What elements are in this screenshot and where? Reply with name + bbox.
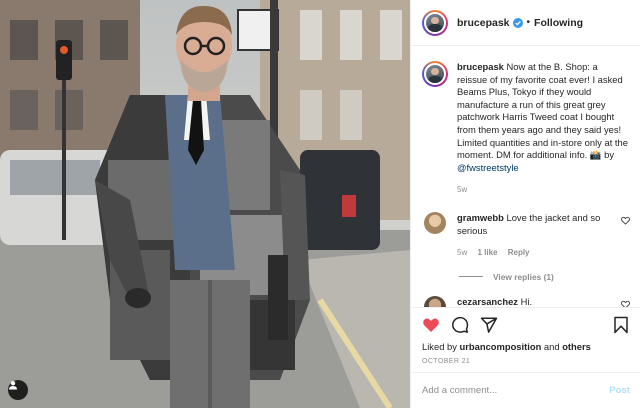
action-bar [422,315,630,335]
liked-by-and: and [543,341,560,352]
comment-avatar[interactable] [424,295,446,307]
post-actions-section: Liked by urbancomposition and others OCT… [411,307,640,369]
caption-body: brucepask Now at the B. Shop: a reissue … [457,61,629,197]
liked-by-others-link[interactable]: others [562,341,591,352]
comment-username[interactable]: gramwebb [457,212,504,223]
author-avatar [424,11,446,34]
post-date[interactable]: OCTOBER 21 [422,358,630,365]
comment-age[interactable]: 5w [457,248,467,257]
heart-filled-icon [423,318,439,332]
author-avatar-ring[interactable] [422,9,448,36]
comment-bubble-icon [452,316,469,333]
header-separator: • [526,17,531,28]
comment-body: cezarsanchez Hi. [457,296,625,307]
comment-avatar[interactable] [424,211,446,234]
caption-mention-link[interactable]: @fwstreetstyle [457,162,519,173]
caption-username[interactable]: brucepask [457,61,504,72]
post-side-panel: brucepask • Following brucepask Now at t… [410,0,640,408]
post-photo[interactable] [0,0,410,408]
post-comment-button[interactable]: Post [609,385,630,396]
comment-username[interactable]: cezarsanchez [457,296,518,307]
caption-avatar [424,63,446,85]
post-header: brucepask • Following [411,0,640,46]
view-replies-button[interactable]: View replies (1) [459,272,630,282]
comment-likes[interactable]: 1 like [477,248,497,257]
verified-badge-icon [512,17,523,28]
post-caption: brucepask Now at the B. Shop: a reissue … [422,61,630,197]
liked-by-prefix: Liked by [422,341,457,352]
street-style-photo [0,0,410,408]
like-button[interactable] [422,316,440,334]
comment-button[interactable] [451,316,469,334]
caption-avatar-ring[interactable] [422,61,448,87]
user-silhouette-icon [9,381,17,390]
comment-text: Hi. [520,295,533,307]
user-tag-icon[interactable] [8,380,28,400]
comment-item: cezarsanchez Hi. [422,295,630,307]
liked-by-summary: Liked by urbancomposition and others [422,341,630,352]
following-button[interactable]: Following [534,17,583,29]
caption-text: Now at the B. Shop: a reissue of my favo… [457,61,628,161]
view-replies-label: View replies (1) [493,271,554,282]
comments-list[interactable]: brucepask Now at the B. Shop: a reissue … [411,47,640,307]
add-comment-bar: Post [411,372,640,408]
comment-meta: 5w 1 like Reply [457,247,625,260]
share-button[interactable] [480,316,498,334]
add-comment-input[interactable] [422,385,610,396]
comment-body: gramwebb Love the jacket and so serious … [457,212,625,260]
view-replies-line [459,276,483,278]
caption-age[interactable]: 5w [457,184,629,197]
comment-like-icon[interactable] [621,300,630,307]
comment-reply-button[interactable]: Reply [508,248,530,257]
comment-item: gramwebb Love the jacket and so serious … [422,211,630,260]
paper-plane-icon [480,317,498,333]
comment-like-icon[interactable] [621,216,630,225]
save-button[interactable] [612,316,630,334]
bookmark-icon [614,316,628,334]
liked-by-user-link[interactable]: urbancomposition [460,341,542,352]
author-username[interactable]: brucepask [457,17,510,29]
instagram-post-modal: brucepask • Following brucepask Now at t… [0,0,640,408]
